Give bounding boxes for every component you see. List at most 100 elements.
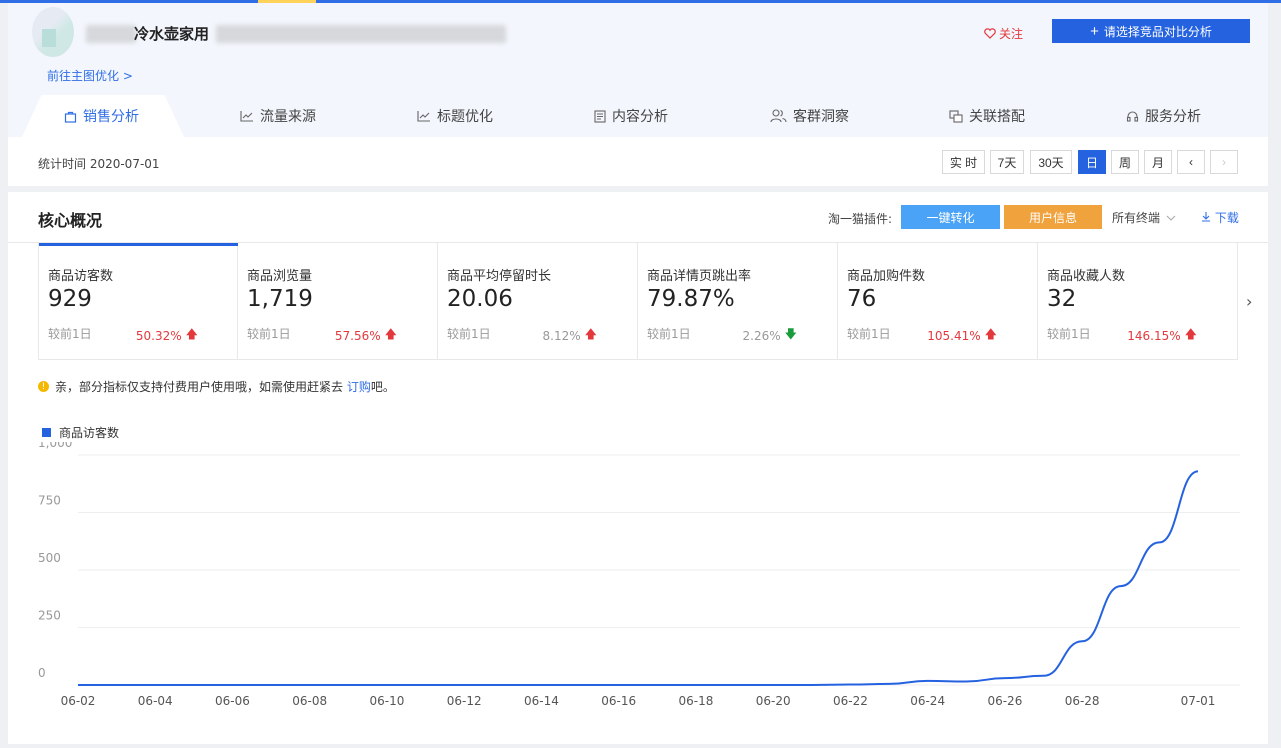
metric-compare-label: 较前1日 [447,327,491,341]
chevron-left-icon: ‹ [1189,155,1193,169]
arrow-up-icon: 🡅 [984,327,997,341]
period-7days[interactable]: 7天 [990,150,1024,174]
follow-label: 关注 [999,27,1024,41]
x-tick-label: 06-20 [756,694,791,708]
metric-value: 79.87% [647,286,735,312]
metric-label: 商品平均停留时长 [447,269,552,284]
link-icon [949,109,963,123]
redacted-block [86,25,136,43]
metric-label: 商品加购件数 [847,269,926,284]
bag-icon [64,111,77,123]
next-date-button[interactable]: › [1210,150,1238,174]
arrow-up-icon: 🡅 [384,327,397,341]
metric-value: 20.06 [447,286,513,312]
metric-change: 50.32% [135,328,182,343]
arrow-up-icon: 🡅 [584,327,597,341]
metric-value: 929 [48,286,92,312]
trend-icon [240,111,253,122]
time-filter-bar: 统计时间 2020-07-01 实 时 7天 30天 日 周 月 ‹ › [8,137,1268,186]
notice-suffix: 吧。 [370,380,395,394]
tab-label: 服务分析 [1145,109,1201,125]
x-tick-label: 06-12 [447,694,482,708]
period-30days[interactable]: 30天 [1030,150,1072,174]
document-icon [594,109,606,123]
follow-button[interactable]: 关注 [984,25,1023,42]
metric-card[interactable]: 商品加购件数 76 较前1日 105.41% 🡅 [838,242,1038,360]
paid-feature-notice: ! 亲，部分指标仅支持付费用户使用哦，如需使用赶紧去 订购吧。 [38,378,395,395]
metric-compare-label: 较前1日 [247,327,291,341]
tab-audience[interactable]: 客群洞察 [770,95,849,137]
download-icon [1202,212,1210,222]
download-button[interactable]: 下载 [1201,209,1239,226]
one-click-convert-button[interactable]: 一键转化 [901,205,1000,229]
metric-change: 2.26% [742,328,781,343]
x-tick-label: 06-04 [138,694,173,708]
tab-title-optimize[interactable]: 标题优化 [417,95,493,137]
metric-cards: 商品访客数 929 较前1日 50.32% 🡅 商品浏览量 1,719 较前1日 57… [38,242,1238,360]
x-tick-label: 06-26 [987,694,1022,708]
analysis-tabs: 销售分析 流量来源 标题优化 内容分析 客群洞察 关联搭配 服务分析 [8,95,1268,137]
period-realtime[interactable]: 实 时 [942,150,985,174]
optimize-main-image-link[interactable]: 前往主图优化 > [47,67,133,84]
metric-label: 商品详情页跳出率 [647,269,752,284]
notice-text: 亲，部分指标仅支持付费用户使用哦，如需使用赶紧去 [55,380,344,394]
x-tick-label: 06-06 [215,694,250,708]
metric-card[interactable]: 商品浏览量 1,719 较前1日 57.56% 🡅 [238,242,438,360]
visitors-line-chart: 0 250 500 750 1,000 06-02 06-04 06-06 06-08 06-10… [38,442,1240,708]
metric-label: 商品访客数 [48,269,114,284]
tab-label: 客群洞察 [793,109,849,125]
y-tick-label: 0 [38,666,46,680]
metric-card[interactable]: 商品收藏人数 32 较前1日 146.15% 🡅 [1038,242,1238,360]
metric-change: 146.15% [1127,328,1181,343]
metric-value: 1,719 [247,286,313,312]
arrow-down-icon: 🡇 [784,327,797,341]
chart-legend[interactable]: 商品访客数 [42,424,119,441]
terminal-select[interactable]: 所有终端 [1112,209,1176,226]
tab-content[interactable]: 内容分析 [594,95,668,137]
x-tick-label: 07-01 [1181,694,1216,708]
tab-sales[interactable]: 销售分析 [64,95,139,137]
users-icon [770,109,787,123]
y-tick-label: 500 [38,551,61,565]
y-tick-label: 750 [38,494,61,508]
x-tick-label: 06-22 [833,694,868,708]
tab-label: 流量来源 [260,109,316,125]
info-icon: ! [38,381,49,392]
plugin-label: 淘一猫插件: [828,212,893,226]
period-week[interactable]: 周 [1111,150,1139,174]
compare-competitor-button[interactable]: + 请选择竞品对比分析 [1052,19,1250,43]
tab-label: 关联搭配 [969,109,1025,125]
x-tick-label: 06-08 [292,694,327,708]
metric-card[interactable]: 商品平均停留时长 20.06 较前1日 8.12% 🡅 [438,242,638,360]
metric-card[interactable]: 商品详情页跳出率 79.87% 较前1日 2.26% 🡇 [638,242,838,360]
plus-icon: + [1090,22,1099,40]
series-line [78,470,1199,686]
metrics-next-button[interactable]: › [1246,292,1252,311]
compare-label: 请选择竞品对比分析 [1103,24,1212,39]
period-day[interactable]: 日 [1078,150,1106,174]
product-title[interactable]: 冷水壶家用 [134,23,209,44]
x-tick-label: 06-18 [678,694,713,708]
tab-service[interactable]: 服务分析 [1126,95,1201,137]
metric-card[interactable]: 商品访客数 929 较前1日 50.32% 🡅 [38,242,238,360]
x-tick-label: 06-28 [1065,694,1100,708]
x-tick-label: 06-14 [524,694,559,708]
x-tick-label: 06-24 [910,694,945,708]
subscribe-link[interactable]: 订购 [347,380,371,394]
tab-traffic[interactable]: 流量来源 [240,95,316,137]
x-tick-label: 06-16 [601,694,636,708]
core-overview-title: 核心概况 [38,211,103,230]
product-thumbnail[interactable] [32,7,74,57]
prev-date-button[interactable]: ‹ [1177,150,1205,174]
x-tick-label: 06-10 [370,694,405,708]
metric-value: 76 [847,286,877,312]
y-tick-label: 250 [38,609,61,623]
heart-icon [984,28,996,39]
period-month[interactable]: 月 [1144,150,1172,174]
user-info-button[interactable]: 用户信息 [1004,205,1102,229]
x-tick-label: 06-02 [61,694,96,708]
chevron-down-icon [1166,215,1176,221]
tab-association[interactable]: 关联搭配 [949,95,1025,137]
chevron-right-icon: › [1222,155,1226,169]
metric-change: 105.41% [927,328,981,343]
